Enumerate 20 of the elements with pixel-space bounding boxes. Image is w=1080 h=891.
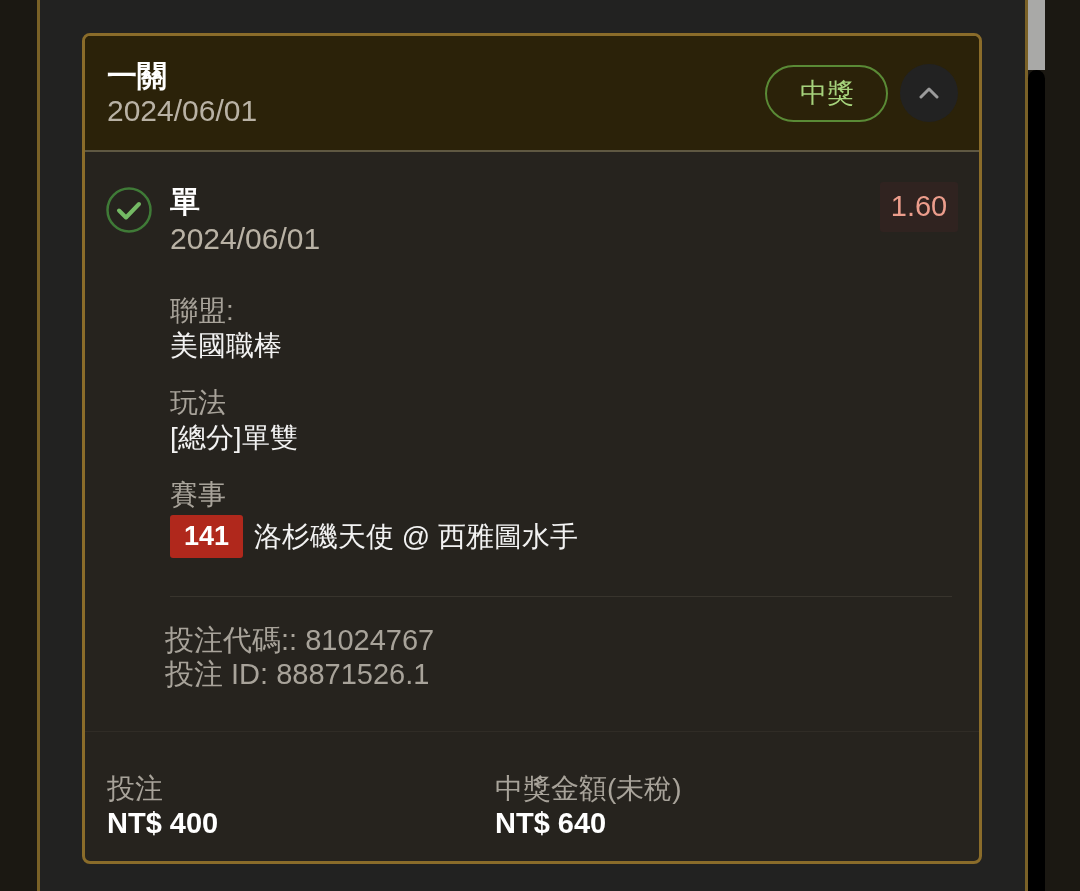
selection-name: 單	[170, 184, 200, 220]
odds-value: 1.60	[880, 182, 958, 232]
bet-code: 投注代碼:: 81024767	[165, 623, 435, 657]
detail-label: 玩法	[170, 386, 226, 420]
summary-label: 中獎金額(未稅)	[495, 772, 682, 806]
status-badge: 中獎	[765, 64, 888, 122]
summary-value: NT$ 640	[495, 806, 607, 840]
detail-value: 美國職棒	[170, 329, 282, 363]
selection-date: 2024/06/01	[170, 222, 321, 256]
bet-date: 2024/06/01	[107, 94, 258, 128]
summary-label: 投注	[107, 772, 163, 806]
bet-code: 投注 ID: 88871526.1	[165, 657, 430, 691]
bet-title: 一關	[107, 58, 167, 94]
scrollbar-thumb[interactable]	[1028, 70, 1045, 891]
event-number: 141	[170, 515, 243, 558]
summary-value: NT$ 400	[107, 806, 219, 840]
detail-value: [總分]單雙	[170, 421, 298, 455]
event-name: 洛杉磯天使 @ 西雅圖水手	[254, 520, 578, 554]
detail-label: 聯盟:	[170, 294, 234, 328]
detail-label: 賽事	[170, 478, 226, 512]
